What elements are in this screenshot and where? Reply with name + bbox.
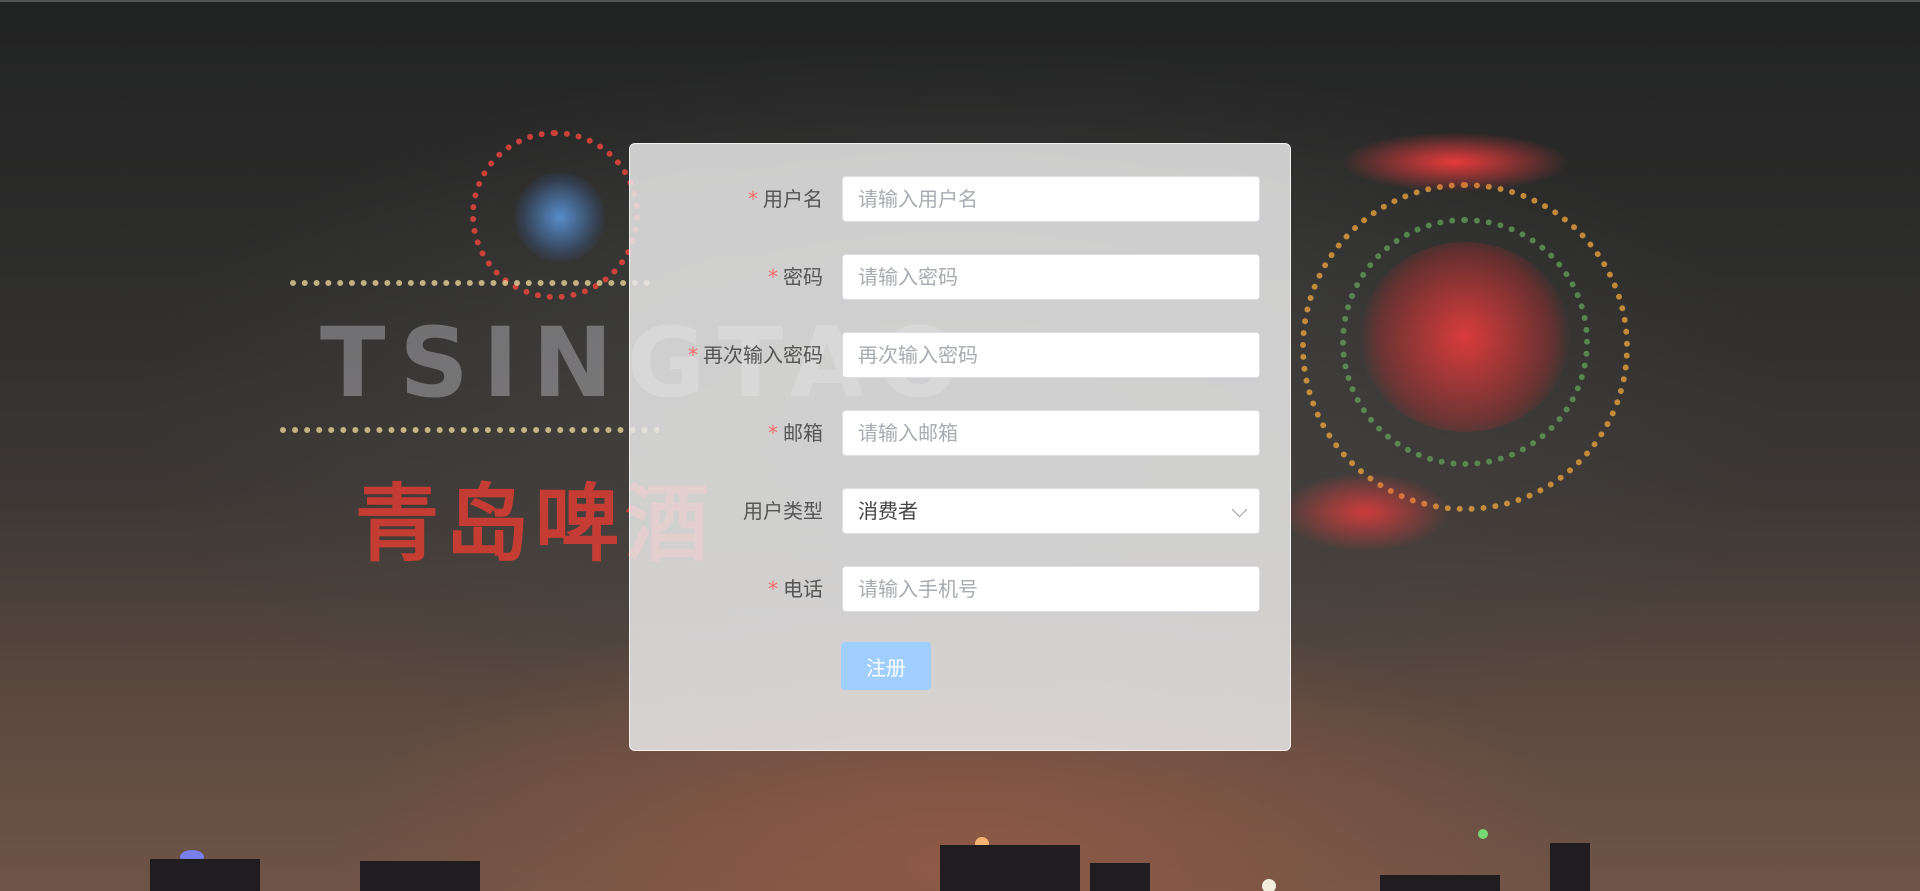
register-button[interactable]: 注册 bbox=[841, 642, 931, 690]
skyline-decoration bbox=[1090, 863, 1150, 891]
phone-label: * 电话 bbox=[768, 577, 823, 601]
skyline-decoration bbox=[1550, 843, 1590, 891]
confirm-password-row: * 再次输入密码 bbox=[630, 332, 1292, 378]
phone-row: * 电话 bbox=[630, 566, 1292, 612]
required-mark: * bbox=[748, 187, 758, 211]
username-input[interactable] bbox=[842, 176, 1260, 222]
wave-bottom-glow-decoration bbox=[1280, 472, 1450, 552]
bell-glow-decoration bbox=[515, 172, 605, 262]
required-mark: * bbox=[768, 577, 778, 601]
email-label: * 邮箱 bbox=[768, 421, 823, 445]
wave-center-glow-decoration bbox=[1360, 242, 1570, 432]
skyline-decoration bbox=[360, 861, 480, 891]
skyline-decoration bbox=[940, 845, 1080, 891]
city-light-decoration bbox=[1262, 879, 1276, 891]
username-label: * 用户名 bbox=[748, 187, 823, 211]
wave-ring-decoration bbox=[1300, 182, 1630, 512]
phone-input[interactable] bbox=[842, 566, 1260, 612]
required-mark: * bbox=[688, 343, 698, 367]
password-input[interactable] bbox=[842, 254, 1260, 300]
email-row: * 邮箱 bbox=[630, 410, 1292, 456]
wave-top-glow-decoration bbox=[1340, 132, 1570, 192]
confirm-password-label: * 再次输入密码 bbox=[688, 343, 823, 367]
register-form-card: *用户名 *密码 *再次输入密码 *邮箱 用户类型 消费者 *电话 注册 bbox=[629, 143, 1291, 751]
required-mark: * bbox=[768, 421, 778, 445]
logo-ring-decoration bbox=[470, 130, 640, 300]
username-row: * 用户名 bbox=[630, 176, 1292, 222]
user-type-value: 消费者 bbox=[858, 499, 918, 523]
chevron-down-icon bbox=[1231, 501, 1248, 518]
dot-line-decoration bbox=[280, 427, 660, 433]
email-input[interactable] bbox=[842, 410, 1260, 456]
wave-ring-decoration bbox=[1340, 217, 1590, 467]
skyline-decoration bbox=[150, 859, 260, 891]
user-type-label: 用户类型 bbox=[743, 499, 823, 523]
required-mark: * bbox=[768, 265, 778, 289]
confirm-password-input[interactable] bbox=[842, 332, 1260, 378]
password-label: * 密码 bbox=[768, 265, 823, 289]
city-light-decoration bbox=[1478, 829, 1488, 839]
user-type-select[interactable]: 消费者 bbox=[842, 488, 1260, 534]
user-type-row: 用户类型 消费者 bbox=[630, 488, 1292, 534]
skyline-decoration bbox=[1380, 875, 1500, 891]
dot-line-decoration bbox=[290, 280, 650, 286]
password-row: * 密码 bbox=[630, 254, 1292, 300]
